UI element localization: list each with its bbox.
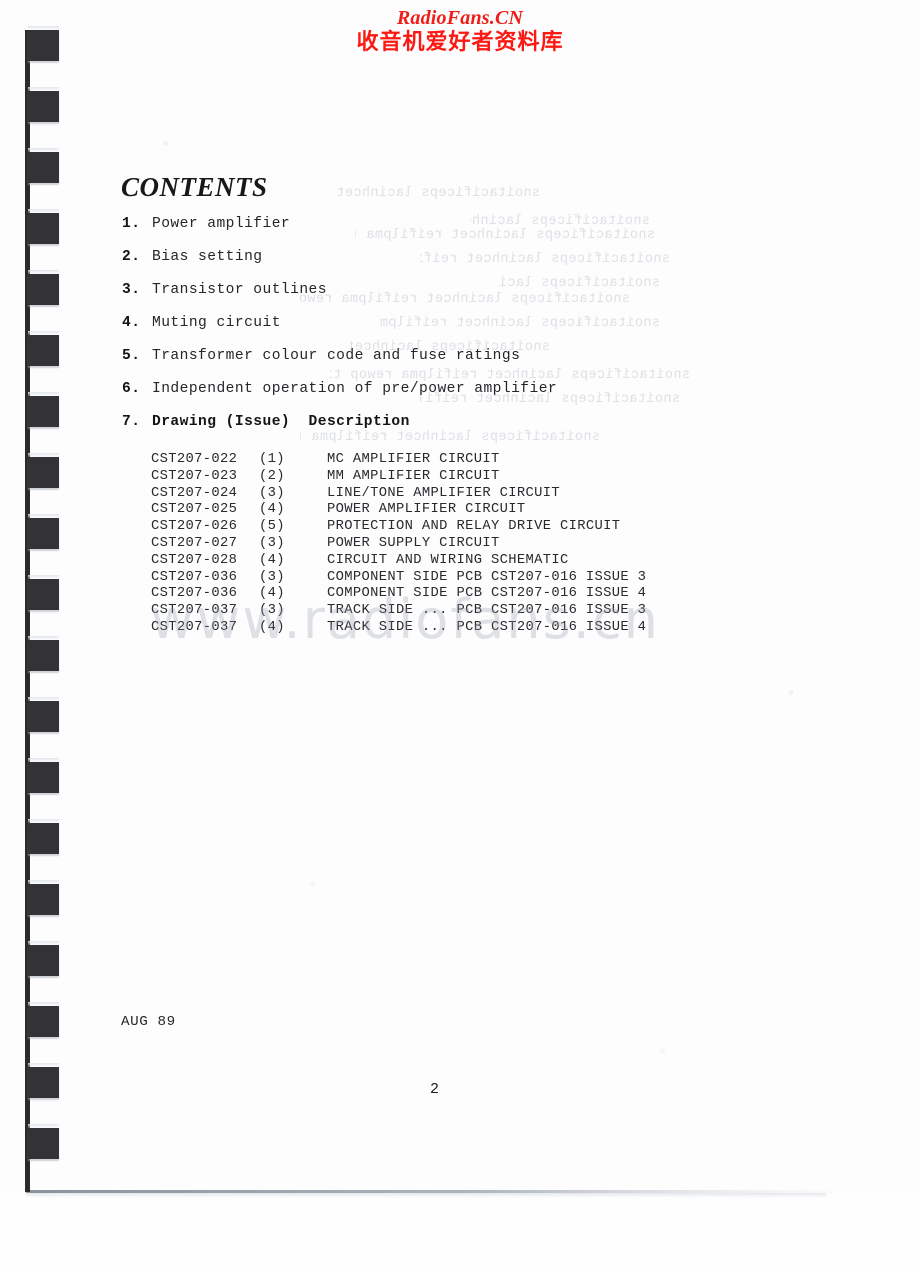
- drawing-code: CST207-026: [151, 519, 238, 535]
- drawing-code: CST207-037: [151, 619, 238, 635]
- drawing-description: LINE/TONE AMPLIFIER CIRCUIT: [327, 485, 560, 501]
- toc-item: 3. Transistor outlines: [122, 282, 762, 315]
- toc-item: 2. Bias setting: [122, 249, 762, 282]
- toc-item: 6. Independent operation of pre/power amp…: [122, 381, 762, 414]
- page-title: CONTENTS: [121, 172, 268, 202]
- drawing-code: CST207-037: [151, 603, 238, 619]
- drawing-code: CST207-022: [151, 452, 238, 467]
- drawing-issue: (5): [259, 519, 285, 535]
- drawing-code: CST207-028: [151, 552, 238, 568]
- drawing-code: CST207-025: [151, 502, 238, 518]
- document-content: CONTENTS 1. Power amplifier 2. Bias setting…: [0, 0, 920, 1194]
- toc-item: 5. Transformer colour code and fuse ratin…: [122, 348, 762, 381]
- drawing-code: CST207-024: [151, 485, 238, 501]
- drawing-description: POWER SUPPLY CIRCUIT: [327, 535, 500, 551]
- drawing-description: CIRCUIT AND WIRING SCHEMATIC: [327, 552, 569, 568]
- drawing-issue: (3): [259, 535, 285, 551]
- toc-item: 7. Drawing (Issue) Description: [122, 414, 762, 447]
- toc-item-label: Bias setting: [152, 249, 263, 265]
- drawing-description: POWER AMPLIFIER CIRCUIT: [327, 502, 526, 518]
- toc-item-label: Transistor outlines: [152, 282, 327, 298]
- drawing-description: COMPONENT SIDE PCB CST207-016 ISSUE 3: [327, 569, 647, 585]
- drawing-issue: (4): [259, 586, 285, 602]
- drawing-code: CST207-027: [151, 535, 238, 551]
- toc-item-number: 5.: [122, 348, 141, 364]
- toc-item-label: Drawing (Issue) Description: [152, 414, 410, 430]
- table-row: CST207-026 (5) PROTECTION AND RELAY DRIVE …: [151, 519, 646, 536]
- table-row: CST207-036 (3) COMPONENT SIDE PCB CST207-0…: [151, 570, 646, 587]
- drawing-code: CST207-023: [151, 468, 238, 484]
- drawing-description: TRACK SIDE ... PCB CST207-016 ISSUE 4: [327, 619, 647, 635]
- table-row: CST207-023 (2) MM AMPLIFIER CIRCUIT: [151, 469, 646, 486]
- table-row: CST207-027 (3) POWER SUPPLY CIRCUIT: [151, 536, 646, 553]
- page-number: 2: [430, 1081, 440, 1098]
- drawing-description: TRACK SIDE ... PCB CST207-016 ISSUE 3: [327, 603, 647, 619]
- table-row: CST207-037 (3) TRACK SIDE ... PCB CST207-0…: [151, 603, 646, 620]
- toc-item-number: 2.: [122, 249, 141, 265]
- scanned-page: snoitacificeps lacinhcet reifilpma rewop…: [0, 0, 920, 1266]
- drawing-issue: (4): [259, 502, 285, 518]
- toc-item-number: 7.: [122, 414, 141, 430]
- table-row: CST207-037 (4) TRACK SIDE ... PCB CST207-0…: [151, 620, 646, 637]
- drawing-issue: (2): [259, 468, 285, 484]
- toc-item-number: 3.: [122, 282, 141, 298]
- table-row: CST207-036 (4) COMPONENT SIDE PCB CST207-0…: [151, 586, 646, 603]
- drawing-issue: (3): [259, 569, 285, 585]
- toc-item-label: Power amplifier: [152, 216, 291, 232]
- drawing-issue: (4): [259, 619, 285, 635]
- toc-item: 4. Muting circuit: [122, 315, 762, 348]
- toc-item-label: Independent operation of pre/power ampli…: [152, 381, 558, 397]
- toc-item-label: Muting circuit: [152, 315, 281, 331]
- drawing-description: MC AMPLIFIER CIRCUIT: [327, 452, 500, 467]
- toc-item-label: Transformer colour code and fuse ratings: [152, 348, 521, 364]
- drawings-table: CST207-022 (1) MC AMPLIFIER CIRCUIT CST207-…: [151, 452, 646, 637]
- drawing-code: CST207-036: [151, 586, 238, 602]
- table-row: CST207-028 (4) CIRCUIT AND WIRING SCHEMATI…: [151, 553, 646, 570]
- toc-item-number: 4.: [122, 315, 141, 331]
- toc-item: 1. Power amplifier: [122, 216, 762, 249]
- drawing-description: COMPONENT SIDE PCB CST207-016 ISSUE 4: [327, 586, 647, 602]
- table-of-contents-list: 1. Power amplifier 2. Bias setting 3. Transis…: [122, 216, 762, 447]
- toc-item-number: 1.: [122, 216, 141, 232]
- drawing-code: CST207-036: [151, 569, 238, 585]
- drawing-description: PROTECTION AND RELAY DRIVE CIRCUIT: [327, 519, 621, 535]
- table-row: CST207-024 (3) LINE/TONE AMPLIFIER CIRCUIT: [151, 486, 646, 503]
- drawing-description: MM AMPLIFIER CIRCUIT: [327, 468, 500, 484]
- table-row: CST207-022 (1) MC AMPLIFIER CIRCUIT: [151, 452, 646, 469]
- document-date: AUG 89: [121, 1014, 176, 1030]
- toc-item-number: 6.: [122, 381, 141, 397]
- drawing-issue: (4): [259, 552, 285, 568]
- drawing-issue: (3): [259, 603, 285, 619]
- drawing-issue: (3): [259, 485, 285, 501]
- table-row: CST207-025 (4) POWER AMPLIFIER CIRCUIT: [151, 502, 646, 519]
- drawing-issue: (1): [259, 452, 285, 467]
